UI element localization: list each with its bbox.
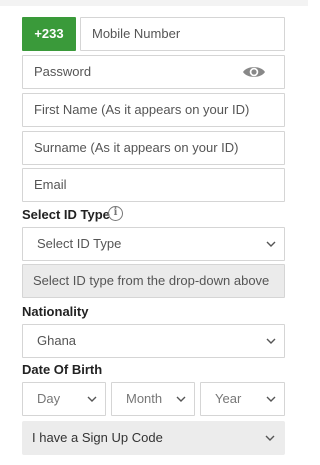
nationality-selected: Ghana (37, 333, 77, 348)
password-placeholder: Password (34, 64, 92, 79)
dob-day-value: Day (37, 391, 61, 406)
id-type-select[interactable]: Select ID Type (22, 227, 285, 261)
first-name-placeholder: First Name (As it appears on your ID) (34, 102, 250, 117)
chevron-down-icon (266, 241, 276, 247)
signup-code-label: I have a Sign Up Code (32, 430, 163, 445)
dob-day-select[interactable]: Day (22, 382, 106, 416)
email-placeholder: Email (34, 177, 67, 192)
id-type-label: Select ID Type (22, 207, 110, 222)
chevron-down-icon (87, 396, 97, 402)
chevron-down-icon (266, 396, 276, 402)
dob-year-select[interactable]: Year (200, 382, 285, 416)
first-name-input[interactable]: First Name (As it appears on your ID) (22, 93, 285, 127)
id-type-hint-text: Select ID type from the drop-down above (33, 273, 270, 288)
mobile-number-placeholder: Mobile Number (92, 26, 181, 41)
password-input[interactable]: Password (22, 55, 285, 89)
country-code-button[interactable]: +233 (22, 17, 76, 51)
mobile-number-input[interactable]: Mobile Number (80, 17, 285, 51)
id-type-hint: Select ID type from the drop-down above (22, 264, 285, 298)
chevron-down-icon (265, 435, 275, 441)
signup-code-toggle[interactable]: I have a Sign Up Code (22, 421, 285, 455)
id-type-selected: Select ID Type (37, 236, 122, 251)
chevron-down-icon (266, 338, 276, 344)
top-divider (0, 0, 308, 6)
surname-placeholder: Surname (As it appears on your ID) (34, 140, 239, 155)
dob-month-select[interactable]: Month (111, 382, 195, 416)
dob-month-value: Month (126, 391, 163, 406)
date-of-birth-label: Date Of Birth (22, 362, 103, 377)
chevron-down-icon (176, 396, 186, 402)
dob-year-value: Year (215, 391, 242, 406)
nationality-label: Nationality (22, 304, 89, 319)
email-input[interactable]: Email (22, 168, 285, 202)
eye-icon[interactable] (242, 64, 266, 80)
info-icon[interactable]: i (108, 206, 123, 221)
nationality-select[interactable]: Ghana (22, 324, 285, 358)
surname-input[interactable]: Surname (As it appears on your ID) (22, 131, 285, 165)
